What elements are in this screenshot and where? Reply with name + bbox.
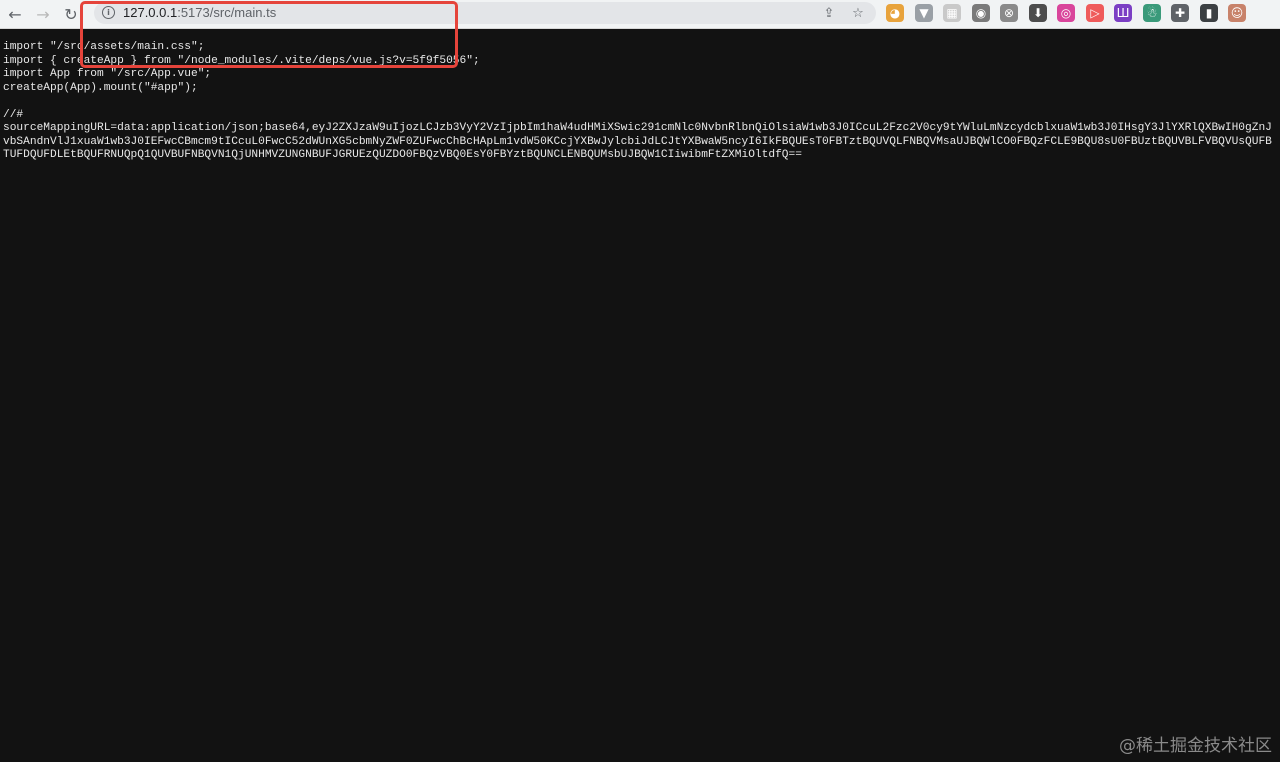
ext-1-icon[interactable]: ◕	[886, 4, 904, 22]
ext-9-icon[interactable]: Ш	[1114, 4, 1132, 22]
code-line: import "/src/assets/main.css";	[3, 41, 205, 53]
watermark: @稀土掘金技术社区	[1119, 736, 1272, 756]
site-info-icon[interactable]: i	[102, 6, 115, 19]
url-path: :5173/src/main.ts	[177, 5, 277, 20]
url-host: 127.0.0.1	[123, 5, 178, 20]
share-icon[interactable]: ⇪	[820, 4, 838, 22]
ext-10-icon[interactable]: ☃	[1143, 4, 1161, 22]
url-text[interactable]: 127.0.0.1:5173/src/main.ts	[123, 5, 276, 20]
ext-12-icon[interactable]: ▮	[1200, 4, 1218, 22]
ext-5-icon[interactable]: ⊗	[1000, 4, 1018, 22]
forward-icon[interactable]: →	[32, 3, 54, 25]
ext-11-icon[interactable]: ✚	[1171, 4, 1189, 22]
ext-3-icon[interactable]: ▦	[943, 4, 961, 22]
code-line: import App from "/src/App.vue";	[3, 68, 212, 80]
code-line: createApp(App).mount("#app");	[3, 81, 198, 94]
ext-6-icon[interactable]: ⬇	[1029, 4, 1047, 22]
bookmark-star-icon[interactable]: ☆	[849, 4, 867, 22]
address-bar[interactable]: i 127.0.0.1:5173/src/main.ts ⇪ ☆	[94, 2, 876, 24]
ext-2-icon[interactable]: ▼	[915, 4, 933, 22]
back-icon[interactable]: ←	[4, 3, 26, 25]
ext-7-icon[interactable]: ◎	[1057, 4, 1075, 22]
code-line: import { createApp } from "/node_modules…	[3, 54, 480, 67]
source-code: import "/src/assets/main.css"; import { …	[3, 41, 1277, 163]
code-line: //#	[3, 108, 24, 121]
browser-toolbar: ← → ↻ i 127.0.0.1:5173/src/main.ts ⇪ ☆ ◕…	[0, 0, 1280, 29]
code-line-sourcemap: sourceMappingURL=data:application/json;b…	[3, 122, 1272, 161]
reload-icon[interactable]: ↻	[60, 3, 82, 25]
ext-4-icon[interactable]: ◉	[972, 4, 990, 22]
ext-13-icon[interactable]: ☺	[1228, 4, 1246, 22]
ext-8-icon[interactable]: ▷	[1086, 4, 1104, 22]
page-content: import "/src/assets/main.css"; import { …	[0, 29, 1280, 762]
